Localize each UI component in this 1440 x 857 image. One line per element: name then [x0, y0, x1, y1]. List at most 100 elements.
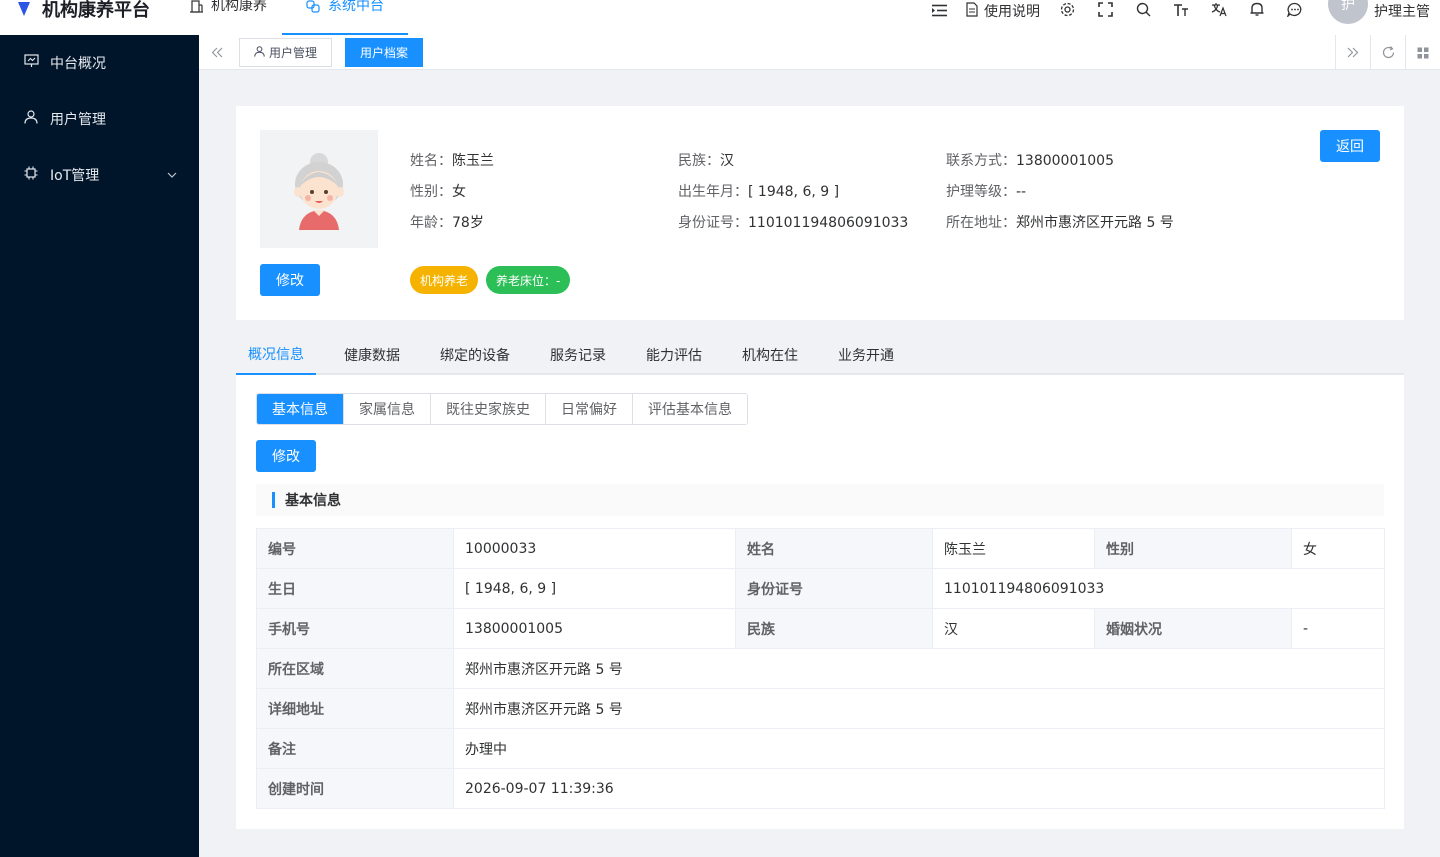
- table-row: 编号 10000033 姓名 陈玉兰 性别 女: [256, 528, 1385, 569]
- sidebar-item-users[interactable]: 用户管理: [0, 91, 199, 147]
- table-row: 创建时间 2026-09-07 11:39:36: [256, 768, 1385, 809]
- top-bar: 机构康养平台 机构康养 系统中台 使用说明 护 护理主管: [0, 0, 1440, 35]
- tag-label: 用户档案: [360, 46, 409, 60]
- subtab-basic-info[interactable]: 基本信息: [257, 394, 344, 424]
- section-header: 基本信息: [256, 484, 1384, 516]
- doc-label: 使用说明: [984, 4, 1040, 20]
- cell-label: 编号: [256, 528, 454, 569]
- sidebar-item-label: 中台概况: [50, 56, 106, 72]
- info-address: 所在地址：郑州市惠济区开元路 5 号: [946, 215, 1174, 231]
- top-nav: 机构康养 系统中台: [175, 0, 408, 35]
- chevron-down-icon: [167, 170, 177, 181]
- sidebar-item-overview[interactable]: 中台概况: [0, 35, 199, 91]
- fullscreen-icon[interactable]: [1086, 1, 1124, 21]
- tags-bar: 用户管理 用户档案: [199, 35, 1440, 70]
- sub-tabs: 基本信息 家属信息 既往史家族史 日常偏好 评估基本信息: [256, 393, 748, 425]
- cell-value: 110101194806091033: [932, 568, 1385, 609]
- sidebar: 中台概况 用户管理 IoT管理: [0, 35, 199, 857]
- info-phone: 联系方式：13800001005: [946, 153, 1114, 169]
- detail-tabs: 概况信息 健康数据 绑定的设备 服务记录 能力评估 机构在住 业务开通: [236, 335, 1404, 375]
- sidebar-item-iot[interactable]: IoT管理: [0, 147, 199, 203]
- scroll-right-icon[interactable]: [1335, 35, 1370, 70]
- logo-mark-icon: [18, 2, 30, 16]
- cell-value: 2026-09-07 11:39:36: [453, 768, 1385, 809]
- user-icon: [254, 45, 265, 60]
- bell-icon[interactable]: [1238, 2, 1276, 21]
- status-badge-institution: 机构养老: [410, 266, 479, 294]
- message-icon[interactable]: [1276, 2, 1314, 21]
- topnav-item-institution[interactable]: 机构康养: [175, 0, 282, 35]
- tab-service-records[interactable]: 服务记录: [538, 335, 618, 375]
- topnav-item-system[interactable]: 系统中台: [282, 0, 408, 35]
- cell-label: 婚姻状况: [1094, 608, 1292, 649]
- table-row: 所在区域 郑州市惠济区开元路 5 号: [256, 648, 1385, 689]
- dashboard-icon: [24, 54, 42, 72]
- document-icon: [966, 1, 978, 21]
- edit-basic-info-button[interactable]: 修改: [256, 440, 316, 472]
- avatar[interactable]: 护: [1328, 0, 1368, 24]
- tag-label: 用户管理: [269, 46, 318, 60]
- refresh-icon[interactable]: [1370, 35, 1405, 70]
- link-icon: [306, 0, 320, 17]
- topnav-label: 机构康养: [211, 0, 267, 14]
- settings-gear-icon[interactable]: [1048, 2, 1086, 21]
- cell-label: 所在区域: [256, 648, 454, 689]
- cell-value: 郑州市惠济区开元路 5 号: [453, 648, 1385, 689]
- cell-value: 13800001005: [453, 608, 736, 649]
- cell-value: 郑州市惠济区开元路 5 号: [453, 688, 1385, 729]
- logo[interactable]: 机构康养平台: [18, 0, 150, 24]
- cell-value: -: [1291, 608, 1385, 649]
- table-row: 手机号 13800001005 民族 汉 婚姻状况 -: [256, 608, 1385, 649]
- scroll-left-icon[interactable]: [199, 35, 235, 70]
- grid-menu-icon[interactable]: [1405, 35, 1440, 70]
- subtab-assessment-info[interactable]: 评估基本信息: [633, 394, 747, 424]
- section-marker: [272, 492, 275, 508]
- tab-ability-assessment[interactable]: 能力评估: [634, 335, 714, 375]
- info-id: 身份证号：110101194806091033: [678, 215, 909, 231]
- doc-button[interactable]: 使用说明: [958, 1, 1048, 21]
- cell-label: 备注: [256, 728, 454, 769]
- cell-value: 陈玉兰: [932, 528, 1095, 569]
- cell-value: [ 1948, 6, 9 ]: [453, 568, 736, 609]
- info-age: 年龄：78岁: [410, 215, 484, 231]
- cell-label: 姓名: [735, 528, 933, 569]
- info-ethnicity: 民族：汉: [678, 153, 734, 169]
- table-row: 生日 [ 1948, 6, 9 ] 身份证号 11010119480609103…: [256, 568, 1385, 609]
- chip-icon: [24, 166, 42, 184]
- tab-bound-devices[interactable]: 绑定的设备: [428, 335, 522, 375]
- subtab-preferences[interactable]: 日常偏好: [546, 394, 633, 424]
- profile-photo: [260, 130, 378, 248]
- tag-user-profile[interactable]: 用户档案: [345, 38, 424, 67]
- cell-label: 手机号: [256, 608, 454, 649]
- cell-label: 生日: [256, 568, 454, 609]
- info-name: 姓名：陈玉兰: [410, 153, 494, 169]
- tab-residency[interactable]: 机构在住: [730, 335, 810, 375]
- translate-icon[interactable]: [1200, 2, 1238, 21]
- subtab-family-info[interactable]: 家属信息: [344, 394, 431, 424]
- tab-health-data[interactable]: 健康数据: [332, 335, 412, 375]
- elderly-avatar-icon: [294, 153, 344, 230]
- subtab-medical-history[interactable]: 既往史家族史: [431, 394, 546, 424]
- tag-user-management[interactable]: 用户管理: [239, 38, 333, 67]
- back-button[interactable]: 返回: [1320, 130, 1380, 162]
- user-name[interactable]: 护理主管: [1374, 1, 1430, 21]
- profile-card: 修改 姓名：陈玉兰 性别：女 年龄：78岁 民族：汉 出生年月：[ 1948, …: [236, 106, 1404, 320]
- sidebar-item-label: IoT管理: [50, 168, 100, 184]
- detail-area: 概况信息 健康数据 绑定的设备 服务记录 能力评估 机构在住 业务开通 基本信息…: [236, 335, 1404, 829]
- sidebar-item-label: 用户管理: [50, 112, 106, 128]
- menu-toggle-icon[interactable]: [920, 2, 958, 21]
- info-gender: 性别：女: [410, 184, 466, 200]
- table-row: 详细地址 郑州市惠济区开元路 5 号: [256, 688, 1385, 729]
- search-icon[interactable]: [1124, 2, 1162, 21]
- header-actions: 使用说明 护 护理主管: [920, 0, 1440, 26]
- status-badge-bed: 养老床位：-: [486, 266, 571, 294]
- cell-label: 身份证号: [735, 568, 933, 609]
- app-title: 机构康养平台: [42, 0, 150, 21]
- tab-overview[interactable]: 概况信息: [236, 335, 316, 375]
- tab-business[interactable]: 业务开通: [826, 335, 906, 375]
- cell-value: 汉: [932, 608, 1095, 649]
- edit-profile-button[interactable]: 修改: [260, 264, 320, 296]
- font-size-icon[interactable]: [1162, 2, 1200, 21]
- cell-label: 民族: [735, 608, 933, 649]
- cell-value: 女: [1291, 528, 1385, 569]
